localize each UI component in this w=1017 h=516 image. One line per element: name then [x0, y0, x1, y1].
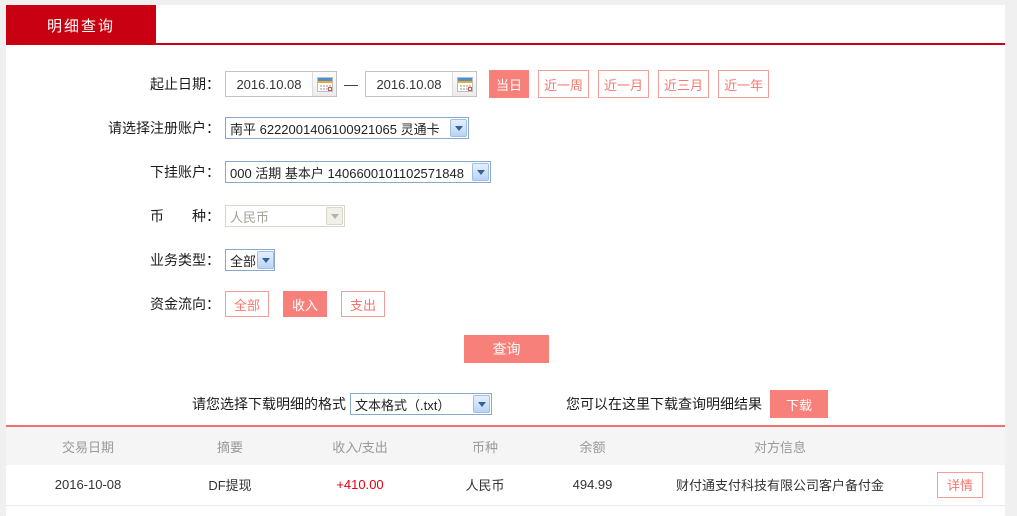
- cell-summary: DF提现: [170, 465, 290, 505]
- quick-range-week-button[interactable]: 近一周: [538, 70, 589, 98]
- start-date-input[interactable]: [226, 73, 312, 95]
- end-date-field: [365, 71, 477, 97]
- header-balance: 余额: [540, 427, 645, 465]
- header-income-expense: 收入/支出: [290, 427, 430, 465]
- cell-trade-date: 2016-10-08: [6, 465, 170, 505]
- download-hint: 您可以在这里下载查询明细结果: [566, 394, 762, 414]
- register-account-label: 请选择注册账户：: [6, 118, 220, 138]
- fund-flow-row: 资金流向： 全部 收入 支出: [6, 290, 1005, 318]
- cell-currency: 人民币: [430, 465, 540, 505]
- currency-value: 人民币: [230, 207, 269, 226]
- sub-account-label: 下挂账户：: [6, 162, 220, 182]
- chevron-down-icon: [326, 207, 343, 225]
- date-range-label: 起止日期：: [6, 74, 220, 94]
- calendar-icon[interactable]: [452, 72, 476, 96]
- sub-account-row: 下挂账户： 000 活期 基本户 1406600101102571848: [6, 158, 1005, 186]
- header-trade-date: 交易日期: [6, 427, 170, 465]
- tab-bar: 明细查询: [6, 5, 1005, 45]
- date-separator: —: [344, 76, 358, 92]
- table-row: 2016-10-08 DF提现 +410.00 人民币 494.99 财付通支付…: [6, 465, 1005, 505]
- transaction-table: 交易日期 摘要 收入/支出 币种 余额 对方信息 2016-10-08 DF提现…: [6, 427, 1005, 506]
- register-account-value: 南平 6222001406100921065 灵通卡: [230, 119, 440, 138]
- currency-row: 币 种： 人民币: [6, 202, 1005, 230]
- download-format-value: 文本格式（.txt）: [355, 395, 450, 414]
- quick-range-quarter-button[interactable]: 近三月: [658, 70, 709, 98]
- sub-account-select[interactable]: 000 活期 基本户 1406600101102571848: [225, 161, 491, 183]
- register-account-row: 请选择注册账户： 南平 6222001406100921065 灵通卡: [6, 114, 1005, 142]
- sub-account-value: 000 活期 基本户 1406600101102571848: [230, 163, 464, 182]
- table-header-row: 交易日期 摘要 收入/支出 币种 余额 对方信息: [6, 427, 1005, 465]
- detail-query-panel: 明细查询 起止日期：: [6, 5, 1005, 516]
- start-date-field: [225, 71, 337, 97]
- download-format-select[interactable]: 文本格式（.txt）: [350, 393, 492, 415]
- chevron-down-icon: [472, 163, 489, 181]
- download-format-label: 请您选择下载明细的格式: [192, 394, 346, 414]
- header-currency: 币种: [430, 427, 540, 465]
- chevron-down-icon: [473, 395, 490, 413]
- business-type-label: 业务类型：: [6, 250, 220, 270]
- query-button[interactable]: 查询: [464, 335, 549, 363]
- quick-range-today-button[interactable]: 当日: [489, 70, 529, 98]
- header-action: [915, 427, 1005, 465]
- quick-range-year-button[interactable]: 近一年: [718, 70, 769, 98]
- date-range-row: 起止日期：: [6, 70, 1005, 98]
- cell-action: 详情: [915, 465, 1005, 505]
- business-type-row: 业务类型： 全部: [6, 246, 1005, 274]
- date-range-fields: —: [225, 70, 769, 98]
- fund-flow-income-button[interactable]: 收入: [283, 291, 327, 317]
- download-button[interactable]: 下载: [770, 390, 828, 418]
- quick-range-month-button[interactable]: 近一月: [598, 70, 649, 98]
- register-account-select[interactable]: 南平 6222001406100921065 灵通卡: [225, 117, 469, 139]
- fund-flow-expense-button[interactable]: 支出: [341, 291, 385, 317]
- header-summary: 摘要: [170, 427, 290, 465]
- cell-amount: +410.00: [290, 465, 430, 505]
- business-type-select[interactable]: 全部: [225, 249, 275, 271]
- detail-button[interactable]: 详情: [937, 472, 983, 498]
- cell-counterparty: 财付通支付科技有限公司客户备付金: [645, 465, 915, 505]
- fund-flow-label: 资金流向：: [6, 294, 220, 314]
- download-row: 请您选择下载明细的格式 文本格式（.txt） 您可以在这里下载查询明细结果 下载: [192, 390, 1005, 418]
- business-type-value: 全部: [230, 251, 256, 270]
- end-date-input[interactable]: [366, 73, 452, 95]
- currency-select: 人民币: [225, 205, 345, 227]
- chevron-down-icon: [257, 251, 274, 269]
- cell-balance: 494.99: [540, 465, 645, 505]
- chevron-down-icon: [450, 119, 467, 137]
- currency-label: 币 种：: [6, 206, 220, 226]
- fund-flow-all-button[interactable]: 全部: [225, 291, 269, 317]
- header-counterparty: 对方信息: [645, 427, 915, 465]
- tab-detail-query[interactable]: 明细查询: [6, 5, 156, 45]
- calendar-icon[interactable]: [312, 72, 336, 96]
